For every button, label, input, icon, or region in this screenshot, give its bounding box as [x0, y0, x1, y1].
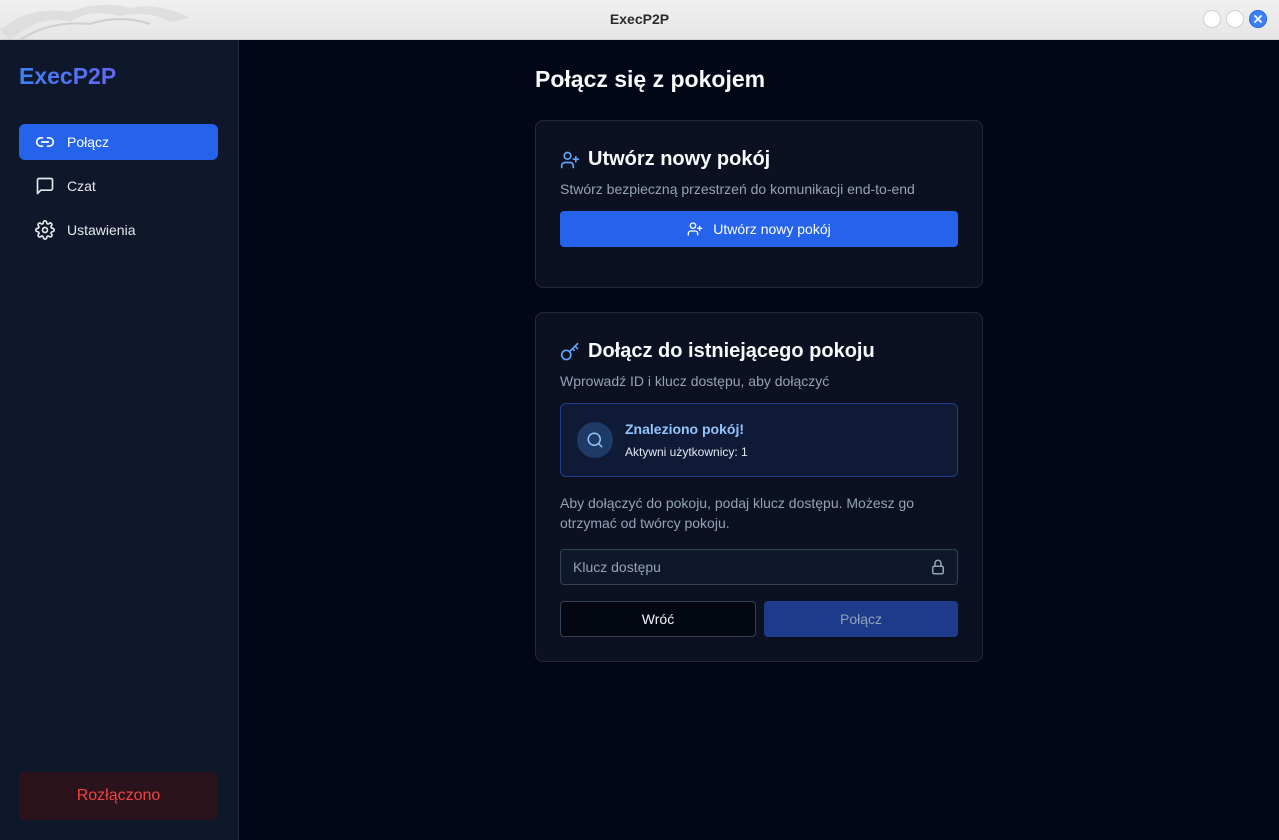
room-found-title: Znaleziono pokój! [625, 421, 744, 437]
access-key-field[interactable] [560, 549, 958, 585]
sidebar-item-connect[interactable]: Połącz [19, 124, 218, 160]
user-plus-icon [687, 220, 705, 238]
sidebar-item-label: Połącz [67, 134, 110, 150]
join-room-card: Dołącz do istniejącego pokoju Wprowadź I… [535, 312, 983, 662]
window-title: ExecP2P [609, 11, 670, 27]
minimize-button[interactable] [1203, 10, 1221, 28]
connect-button[interactable]: Połącz [764, 601, 958, 637]
access-key-hint: Aby dołączyć do pokoju, podaj klucz dost… [560, 495, 915, 531]
gear-icon [35, 220, 55, 240]
sidebar-item-label: Czat [67, 178, 96, 194]
join-room-header: Dołącz do istniejącego pokoju [560, 340, 875, 363]
close-icon [1254, 15, 1262, 23]
create-room-button-label: Utwórz nowy pokój [713, 221, 831, 237]
create-room-description: Stwórz bezpieczną przestrzeń do komunika… [560, 181, 915, 197]
sidebar-item-label: Ustawienia [67, 222, 136, 238]
sidebar-item-chat[interactable]: Czat [19, 168, 218, 204]
create-room-title: Utwórz nowy pokój [588, 148, 771, 170]
search-icon-badge [577, 422, 613, 458]
room-found-panel: Znaleziono pokój! Aktywni użytkownicy: 1 [560, 403, 958, 477]
page-title: Połącz się z pokojem [535, 66, 766, 92]
main-content: Połącz się z pokojem Utwórz nowy pokój S… [240, 40, 1279, 840]
sidebar-nav: Połącz Czat Ustawienia [19, 124, 218, 256]
close-button[interactable] [1249, 10, 1267, 28]
search-icon [587, 432, 603, 448]
window-titlebar: ExecP2P [0, 0, 1279, 40]
sidebar: ExecP2P Połącz Czat Ustawienia Rozłączon… [0, 40, 239, 840]
user-plus-icon [560, 150, 580, 170]
active-users-count: Aktywni użytkownicy: 1 [625, 445, 748, 459]
create-room-header: Utwórz nowy pokój [560, 148, 770, 171]
create-room-card: Utwórz nowy pokój Stwórz bezpieczną prze… [535, 120, 983, 288]
app-brand: ExecP2P [19, 63, 117, 89]
connection-status-badge: Rozłączono [19, 772, 218, 820]
chat-icon [35, 176, 55, 196]
key-icon [560, 342, 580, 362]
sidebar-item-settings[interactable]: Ustawienia [19, 212, 218, 248]
lock-icon [932, 559, 944, 575]
maximize-button[interactable] [1226, 10, 1244, 28]
access-key-input[interactable] [561, 550, 921, 584]
link-icon [35, 132, 55, 152]
back-button[interactable]: Wróć [560, 601, 756, 637]
join-room-description: Wprowadź ID i klucz dostępu, aby dołączy… [560, 373, 830, 389]
create-room-button[interactable]: Utwórz nowy pokój [560, 211, 958, 247]
join-room-title: Dołącz do istniejącego pokoju [588, 340, 875, 362]
